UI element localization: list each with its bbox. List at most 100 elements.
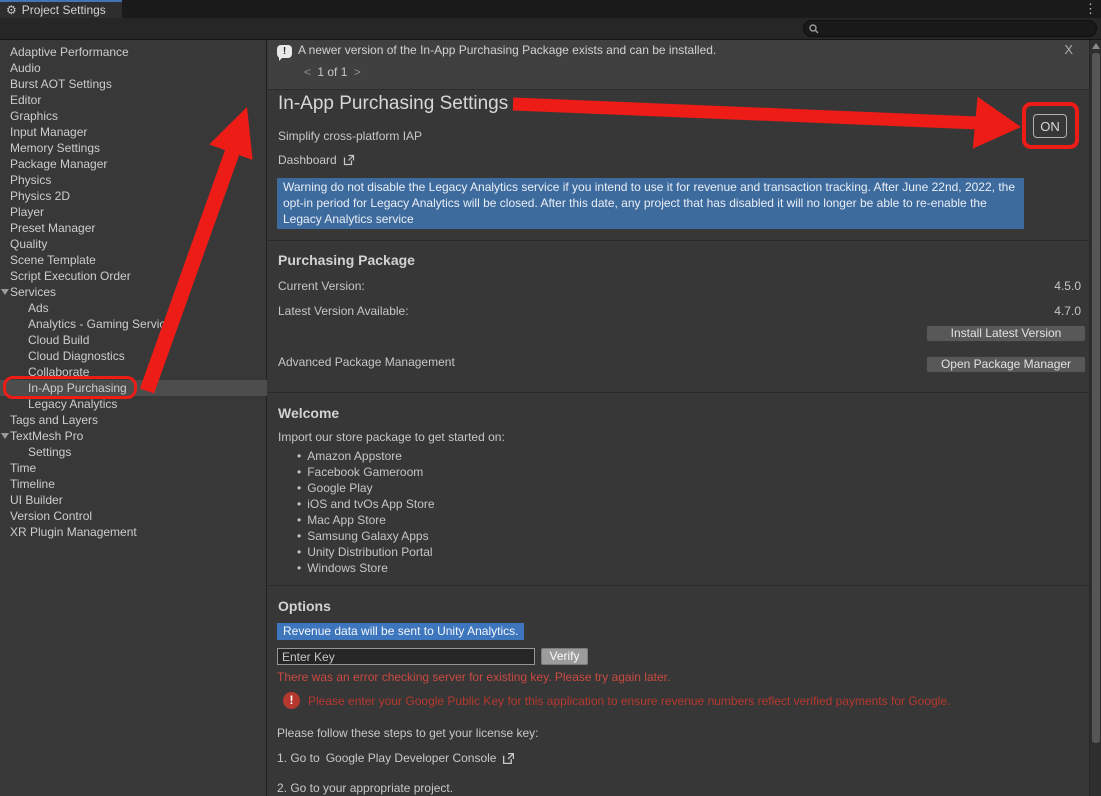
sidebar-item-burst-aot-settings[interactable]: Burst AOT Settings: [0, 76, 267, 92]
page-title: In-App Purchasing Settings: [278, 93, 508, 115]
pager-prev-icon[interactable]: <: [301, 65, 314, 79]
service-on-toggle[interactable]: ON: [1033, 114, 1067, 138]
sidebar-item-label: Settings: [28, 444, 71, 460]
scroll-up-icon[interactable]: [1092, 43, 1100, 49]
sidebar-item-tags-and-layers[interactable]: Tags and Layers: [0, 412, 267, 428]
sidebar-item-in-app-purchasing[interactable]: In-App Purchasing: [0, 380, 267, 396]
sidebar-item-label: Timeline: [10, 476, 55, 492]
search-input[interactable]: [819, 23, 1079, 35]
sidebar-item-label: Collaborate: [28, 364, 89, 380]
sidebar-item-label: Audio: [10, 60, 41, 76]
sidebar-item-label: Analytics - Gaming Services: [28, 316, 178, 332]
current-version-value: 4.5.0: [1054, 279, 1081, 293]
pager-next-icon[interactable]: >: [351, 65, 364, 79]
sidebar-item-collaborate[interactable]: Collaborate: [0, 364, 267, 380]
window-titlebar: ⚙ Project Settings ⋮: [0, 0, 1101, 18]
project-settings-window: ⚙ Project Settings ⋮ Adaptive Performanc…: [0, 0, 1101, 796]
sidebar-item-label: Version Control: [10, 508, 92, 524]
sidebar-item-services[interactable]: Services: [0, 284, 267, 300]
sidebar-item-ads[interactable]: Ads: [0, 300, 267, 316]
sidebar-item-label: In-App Purchasing: [28, 380, 127, 396]
store-list-item: Google Play: [297, 480, 435, 496]
toolbar: [0, 18, 1101, 40]
sidebar-item-graphics[interactable]: Graphics: [0, 108, 267, 124]
store-list-item: Unity Distribution Portal: [297, 544, 435, 560]
google-play-console-link[interactable]: Google Play Developer Console: [326, 751, 497, 765]
sidebar-item-label: Ads: [28, 300, 49, 316]
sidebar-item-label: Editor: [10, 92, 41, 108]
sidebar-item-time[interactable]: Time: [0, 460, 267, 476]
sidebar-item-label: Cloud Build: [28, 332, 89, 348]
sidebar-item-textmesh-pro[interactable]: TextMesh Pro: [0, 428, 267, 444]
sidebar-item-physics-2d[interactable]: Physics 2D: [0, 188, 267, 204]
sidebar-item-label: Physics 2D: [10, 188, 70, 204]
sidebar-item-label: Memory Settings: [10, 140, 100, 156]
notification-text: A newer version of the In-App Purchasing…: [298, 43, 716, 57]
kebab-menu-icon[interactable]: ⋮: [1084, 1, 1097, 17]
verify-button[interactable]: Verify: [541, 648, 588, 665]
notification-pager: < 1 of 1 >: [301, 65, 364, 79]
chevron-down-icon[interactable]: [1, 433, 9, 439]
google-key-note: Please enter your Google Public Key for …: [308, 694, 1078, 708]
sidebar-item-label: TextMesh Pro: [10, 428, 83, 444]
store-list-item: iOS and tvOs App Store: [297, 496, 435, 512]
install-latest-version-button[interactable]: Install Latest Version: [926, 325, 1086, 342]
welcome-intro: Import our store package to get started …: [278, 430, 505, 444]
scrollbar-thumb[interactable]: [1092, 53, 1100, 743]
sidebar-item-ui-builder[interactable]: UI Builder: [0, 492, 267, 508]
sidebar-item-label: Player: [10, 204, 44, 220]
sidebar-item-label: Burst AOT Settings: [10, 76, 112, 92]
sidebar-item-settings[interactable]: Settings: [0, 444, 267, 460]
store-list-item: Windows Store: [297, 560, 435, 576]
sidebar-item-label: Legacy Analytics: [28, 396, 117, 412]
sidebar-item-label: Package Manager: [10, 156, 107, 172]
gear-icon: ⚙: [6, 4, 17, 16]
sidebar-item-physics[interactable]: Physics: [0, 172, 267, 188]
page-subtitle: Simplify cross-platform IAP: [278, 129, 422, 143]
sidebar-item-script-execution-order[interactable]: Script Execution Order: [0, 268, 267, 284]
sidebar-item-label: Graphics: [10, 108, 58, 124]
section-divider: [268, 392, 1089, 393]
sidebar-item-preset-manager[interactable]: Preset Manager: [0, 220, 267, 236]
sidebar-item-scene-template[interactable]: Scene Template: [0, 252, 267, 268]
latest-version-value: 4.7.0: [1054, 304, 1081, 318]
sidebar-item-cloud-diagnostics[interactable]: Cloud Diagnostics: [0, 348, 267, 364]
store-list-item: Samsung Galaxy Apps: [297, 528, 435, 544]
open-package-manager-button[interactable]: Open Package Manager: [926, 356, 1086, 373]
tab-project-settings[interactable]: ⚙ Project Settings: [0, 0, 122, 18]
dashboard-link[interactable]: Dashboard: [278, 153, 355, 167]
sidebar-item-quality[interactable]: Quality: [0, 236, 267, 252]
sidebar-item-legacy-analytics[interactable]: Legacy Analytics: [0, 396, 267, 412]
sidebar-item-audio[interactable]: Audio: [0, 60, 267, 76]
sidebar-item-input-manager[interactable]: Input Manager: [0, 124, 267, 140]
step-1: 1. Go to Google Play Developer Console: [277, 751, 515, 765]
search-box[interactable]: [803, 20, 1097, 37]
section-divider: [268, 585, 1089, 586]
sidebar-item-label: Preset Manager: [10, 220, 95, 236]
sidebar-item-label: Services: [10, 284, 56, 300]
sidebar-item-editor[interactable]: Editor: [0, 92, 267, 108]
sidebar-item-package-manager[interactable]: Package Manager: [0, 156, 267, 172]
settings-sidebar: Adaptive PerformanceAudioBurst AOT Setti…: [0, 40, 267, 796]
external-link-icon: [343, 154, 355, 166]
sidebar-item-label: Cloud Diagnostics: [28, 348, 125, 364]
sidebar-item-version-control[interactable]: Version Control: [0, 508, 267, 524]
sidebar-item-player[interactable]: Player: [0, 204, 267, 220]
close-icon[interactable]: X: [1064, 42, 1073, 57]
sidebar-item-memory-settings[interactable]: Memory Settings: [0, 140, 267, 156]
sidebar-item-analytics-gaming-services[interactable]: Analytics - Gaming Services: [0, 316, 267, 332]
main-panel: ! A newer version of the In-App Purchasi…: [268, 40, 1089, 796]
tab-title: Project Settings: [22, 3, 106, 17]
sidebar-item-cloud-build[interactable]: Cloud Build: [0, 332, 267, 348]
external-link-icon: [502, 752, 515, 765]
latest-version-label: Latest Version Available:: [278, 304, 409, 318]
store-list-item: Amazon Appstore: [297, 448, 435, 464]
sidebar-item-label: UI Builder: [10, 492, 63, 508]
sidebar-item-adaptive-performance[interactable]: Adaptive Performance: [0, 44, 267, 60]
store-list-item: Facebook Gameroom: [297, 464, 435, 480]
sidebar-item-xr-plugin-management[interactable]: XR Plugin Management: [0, 524, 267, 540]
chevron-down-icon[interactable]: [1, 289, 9, 295]
key-input[interactable]: [277, 648, 535, 665]
sidebar-item-timeline[interactable]: Timeline: [0, 476, 267, 492]
vertical-scrollbar[interactable]: [1089, 40, 1101, 796]
